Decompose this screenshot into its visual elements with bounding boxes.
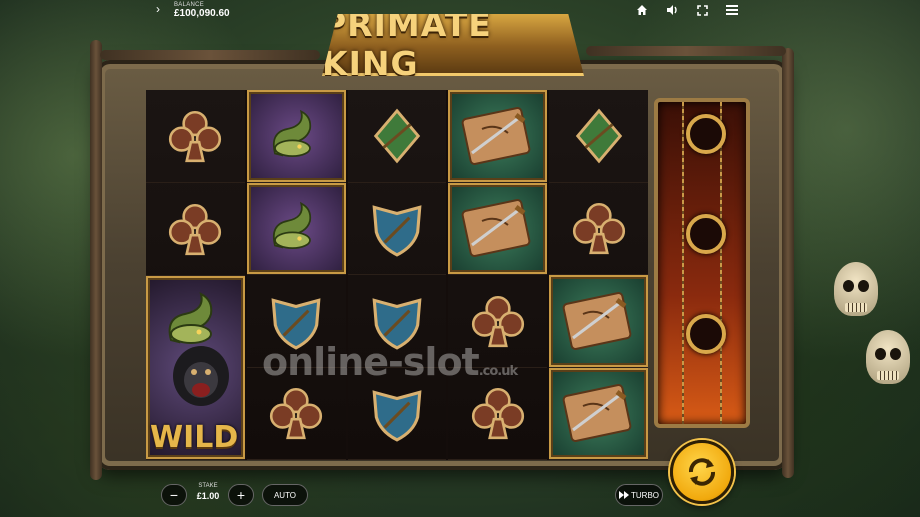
gorilla-icon	[173, 345, 229, 406]
map-dagger-symbol-icon	[562, 291, 631, 350]
reel-symbol	[146, 90, 245, 183]
reel-symbol	[448, 90, 548, 183]
shield-symbol-icon	[372, 205, 422, 257]
stake-increase-button[interactable]: +	[228, 484, 254, 506]
turbo-button[interactable]: TURBO	[615, 484, 663, 506]
game-title: PRIMATE KING	[322, 4, 492, 83]
reel-symbol	[549, 367, 648, 460]
diamond-symbol-icon	[575, 108, 622, 164]
snake-symbol-icon	[273, 109, 312, 157]
spin-arrows-icon	[689, 458, 715, 486]
reel-4	[448, 90, 548, 460]
reel-symbol	[549, 183, 648, 275]
club-symbol-icon	[270, 388, 323, 440]
stake-display: STAKE £1.00	[189, 483, 227, 501]
watermark-suffix: .co.uk	[478, 364, 518, 379]
stake-decrease-button[interactable]: −	[161, 484, 187, 506]
wild-label: WILD	[150, 420, 239, 455]
club-symbol-icon	[169, 110, 222, 162]
meter-ring-top	[686, 114, 726, 154]
top-icons	[634, 3, 740, 17]
reel-symbol	[347, 90, 447, 183]
wild-symbol: WILD	[146, 275, 245, 460]
game-title-plate: PRIMATE KING	[322, 14, 584, 76]
reel-symbol	[146, 183, 245, 276]
vine-right	[782, 48, 794, 478]
club-symbol-icon	[572, 203, 625, 255]
watermark-text: online-slot	[262, 340, 480, 384]
skull-icon	[834, 262, 878, 316]
vine-left	[90, 40, 102, 480]
sound-icon[interactable]	[664, 3, 680, 17]
reel-symbol	[246, 182, 346, 275]
turbo-label: TURBO	[631, 490, 659, 500]
vine-top-right	[586, 46, 786, 56]
club-symbol-icon	[169, 203, 222, 255]
side-meter-column	[654, 98, 750, 428]
watermark: online-slot.co.uk	[262, 340, 518, 384]
spin-button[interactable]	[670, 440, 734, 504]
map-dagger-symbol-icon	[562, 384, 631, 443]
balance-value: £100,090.60	[174, 8, 230, 19]
stake-label: STAKE	[198, 483, 218, 489]
vine-top-left	[100, 50, 320, 60]
reel-symbol	[347, 183, 447, 275]
map-dagger-symbol-icon	[461, 106, 531, 165]
reel-5	[549, 90, 648, 460]
meter-ring-bottom	[686, 314, 726, 354]
auto-play-button[interactable]: AUTO	[262, 484, 308, 506]
reel-symbol	[549, 90, 648, 183]
reel-2	[246, 90, 346, 460]
reel-symbol	[246, 90, 346, 183]
reel-1: WILD	[146, 90, 245, 460]
reel-3	[347, 90, 447, 460]
shield-symbol-icon	[372, 390, 422, 442]
reel-symbol	[448, 182, 548, 275]
menu-icon[interactable]	[724, 3, 740, 17]
reel-symbol	[549, 275, 648, 368]
chain-right	[720, 102, 722, 424]
meter-ring-middle	[686, 214, 726, 254]
fast-forward-icon	[619, 491, 629, 499]
balance-display: BALANCE £100,090.60	[174, 2, 230, 19]
fullscreen-icon[interactable]	[694, 3, 710, 17]
home-icon[interactable]	[634, 3, 650, 17]
snake-symbol-icon	[273, 202, 312, 250]
stake-value: £1.00	[196, 491, 220, 501]
club-symbol-icon	[471, 388, 524, 440]
back-chevron-icon[interactable]: ›	[156, 2, 160, 16]
chain-left	[682, 102, 684, 424]
diamond-symbol-icon	[373, 108, 421, 164]
skull-icon	[866, 330, 910, 384]
map-dagger-symbol-icon	[461, 199, 531, 258]
reels-grid: WILD	[146, 90, 648, 460]
